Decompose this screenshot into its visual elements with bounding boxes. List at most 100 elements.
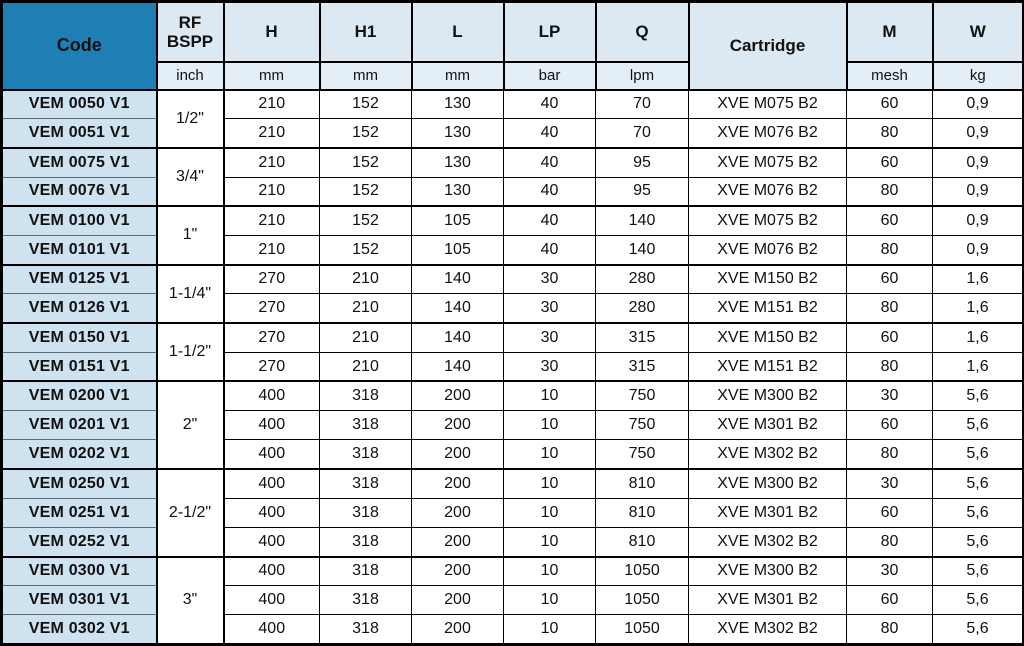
- table-body: VEM 0050 V1 1/2" 210 152 130 40 70 XVE M075 B2 6…: [0, 88, 1024, 646]
- cell-rf-bspp-size: 3/4": [155, 146, 225, 207]
- unit-header-m: mesh: [845, 61, 934, 91]
- cell-h: 400: [223, 614, 320, 646]
- cell-q: 1050: [595, 614, 689, 646]
- cell-lp: 40: [503, 118, 596, 149]
- cell-l: 200: [411, 497, 504, 528]
- table-row: VEM 0200 V1 2" 400 318 200 10 750 XVE M300 B2 30…: [0, 380, 1024, 469]
- cell-l: 140: [411, 351, 504, 383]
- cell-m: 60: [846, 146, 933, 178]
- unit-header-h1: mm: [318, 61, 413, 91]
- cell-h: 210: [223, 118, 320, 149]
- column-header-l: L: [410, 1, 505, 63]
- cell-code: VEM 0076 V1: [0, 176, 158, 208]
- table-row: VEM 0100 V1 1" 210 152 105 40 140 XVE M075 B2 60…: [0, 205, 1024, 265]
- cell-cartridge: XVE M302 B2: [688, 614, 847, 646]
- cell-lp: 10: [503, 585, 596, 616]
- cell-code: VEM 0100 V1: [0, 205, 158, 236]
- column-header-w: W: [931, 1, 1024, 63]
- cell-m: 30: [846, 467, 933, 499]
- cell-w: 5,6: [932, 614, 1024, 646]
- table-row: VEM 0300 V1 3" 400 318 200 10 1050 XVE M300 B2 3…: [0, 555, 1024, 645]
- table-row: VEM 0050 V1 1/2" 210 152 130 40 70 XVE M075 B2 6…: [0, 88, 1024, 148]
- cell-m: 60: [846, 205, 933, 236]
- specification-table: Code RF BSPP H H1 L LP Q Cartridge M W i…: [0, 0, 1024, 646]
- cell-w: 0,9: [932, 146, 1024, 178]
- cell-m: 60: [846, 585, 933, 616]
- cell-code: VEM 0151 V1: [0, 351, 158, 383]
- cell-h1: 318: [319, 585, 412, 616]
- cell-lp: 30: [503, 263, 596, 295]
- rf-bspp-line1: RF: [178, 12, 202, 32]
- cell-rf-bspp-size: 1": [155, 205, 225, 265]
- cell-h1: 152: [319, 234, 412, 266]
- cell-h: 400: [223, 585, 320, 616]
- cell-rf-bspp-size: 1-1/2": [155, 321, 225, 382]
- cell-h: 270: [223, 293, 320, 325]
- cell-l: 105: [411, 234, 504, 266]
- unit-header-q: lpm: [594, 61, 690, 91]
- cell-code: VEM 0302 V1: [0, 614, 158, 646]
- cell-w: 5,6: [932, 585, 1024, 616]
- cell-cartridge: XVE M075 B2: [688, 146, 847, 178]
- table-row: VEM 0075 V1 3/4" 210 152 130 40 95 XVE M075 B2 6…: [0, 146, 1024, 207]
- column-header-lp: LP: [502, 1, 597, 63]
- cell-q: 280: [595, 263, 689, 295]
- table-row: VEM 0125 V1 1-1/4" 270 210 140 30 280 XVE M150 …: [0, 263, 1024, 323]
- cell-h: 400: [223, 555, 320, 587]
- column-header-cartridge: Cartridge: [687, 1, 848, 91]
- cell-m: 80: [846, 234, 933, 266]
- column-header-h: H: [222, 1, 321, 63]
- cell-h: 400: [223, 410, 320, 441]
- cell-code: VEM 0051 V1: [0, 118, 158, 149]
- cell-m: 30: [846, 555, 933, 587]
- cell-lp: 40: [503, 234, 596, 266]
- cell-w: 0,9: [932, 88, 1024, 120]
- cell-q: 140: [595, 205, 689, 236]
- cell-h1: 152: [319, 118, 412, 149]
- cell-cartridge: XVE M075 B2: [688, 88, 847, 120]
- cell-cartridge: XVE M302 B2: [688, 526, 847, 558]
- cell-cartridge: XVE M075 B2: [688, 205, 847, 236]
- cell-lp: 30: [503, 351, 596, 383]
- cell-h: 400: [223, 497, 320, 528]
- cell-code: VEM 0201 V1: [0, 410, 158, 441]
- cell-h: 210: [223, 176, 320, 208]
- cell-cartridge: XVE M300 B2: [688, 555, 847, 587]
- cell-l: 200: [411, 585, 504, 616]
- cell-lp: 10: [503, 555, 596, 587]
- column-header-code: Code: [0, 1, 158, 91]
- cell-rf-bspp-size: 1-1/4": [155, 263, 225, 323]
- cell-q: 95: [595, 146, 689, 178]
- cell-q: 70: [595, 118, 689, 149]
- cell-m: 80: [846, 614, 933, 646]
- cell-w: 0,9: [932, 118, 1024, 149]
- cell-cartridge: XVE M302 B2: [688, 439, 847, 470]
- table-row: VEM 0302 V1 400 318 200 10 1050 XVE M302 B2 80 5…: [0, 614, 1024, 646]
- cell-l: 140: [411, 321, 504, 353]
- cell-h1: 152: [319, 88, 412, 120]
- cell-h: 210: [223, 205, 320, 236]
- rf-bspp-line2: BSPP: [166, 31, 214, 51]
- cell-code: VEM 0301 V1: [0, 585, 158, 616]
- unit-header-l: mm: [410, 61, 505, 91]
- cell-m: 80: [846, 293, 933, 325]
- cell-l: 130: [411, 176, 504, 208]
- cell-code: VEM 0300 V1: [0, 555, 158, 587]
- cell-w: 5,6: [932, 555, 1024, 587]
- cell-h1: 318: [319, 439, 412, 470]
- table-row: VEM 0051 V1 210 152 130 40 70 XVE M076 B2 80 0,9: [0, 118, 1024, 149]
- table-row: VEM 0251 V1 400 318 200 10 810 XVE M301 B2 60 5,…: [0, 497, 1024, 528]
- cell-w: 1,6: [932, 321, 1024, 353]
- cell-h1: 318: [319, 555, 412, 587]
- cell-cartridge: XVE M076 B2: [688, 118, 847, 149]
- cell-h1: 318: [319, 467, 412, 499]
- cell-q: 1050: [595, 555, 689, 587]
- cell-lp: 10: [503, 439, 596, 470]
- table-row: VEM 0252 V1 400 318 200 10 810 XVE M302 B2 80 5,…: [0, 526, 1024, 558]
- cell-m: 60: [846, 88, 933, 120]
- cell-lp: 10: [503, 410, 596, 441]
- cell-code: VEM 0125 V1: [0, 263, 158, 295]
- cell-cartridge: XVE M151 B2: [688, 351, 847, 383]
- cell-h1: 210: [319, 293, 412, 325]
- cell-w: 0,9: [932, 205, 1024, 236]
